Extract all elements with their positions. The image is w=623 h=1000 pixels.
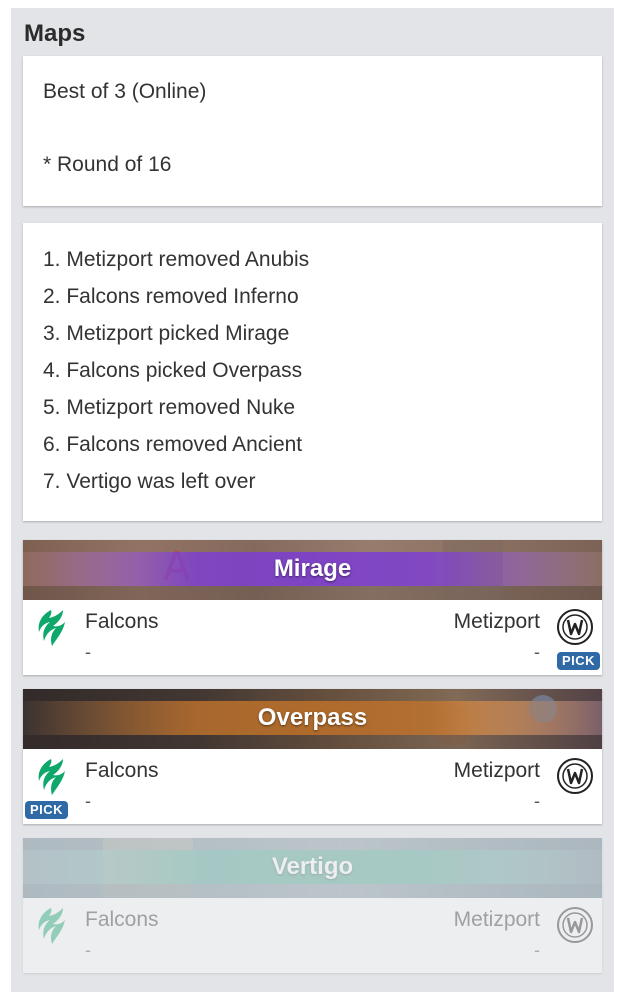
team-left-name: Falcons [85, 759, 159, 782]
team-left-name: Falcons [85, 908, 159, 931]
panel-title: Maps [24, 20, 86, 47]
map-card-vertigo[interactable]: Vertigo Falcons - Metizport - [23, 838, 602, 973]
metizport-logo-icon [557, 907, 593, 943]
maps-panel: Maps Best of 3 (Online) * Round of 16 1.… [11, 8, 614, 992]
map-result: Falcons - Metizport - [23, 898, 602, 973]
team-right-score: - [534, 940, 540, 960]
map-result: Falcons - Metizport - PICK [23, 749, 602, 824]
map-banner: Overpass [23, 689, 602, 749]
map-name: Mirage [273, 555, 352, 582]
team-left-score: - [85, 791, 91, 811]
falcons-logo-icon [38, 610, 65, 646]
veto-item: 3. Metizport picked Mirage [43, 322, 290, 345]
veto-list-card: 1. Metizport removed Anubis 2. Falcons r… [23, 223, 602, 521]
team-left-name: Falcons [85, 610, 159, 633]
team-left-score: - [85, 940, 91, 960]
veto-item: 5. Metizport removed Nuke [43, 396, 296, 419]
map-result: Falcons - Metizport - PICK [23, 600, 602, 675]
map-banner: Vertigo [23, 838, 602, 898]
map-card-overpass[interactable]: Overpass Falcons - Metizport - PICK [23, 689, 602, 824]
team-right-name: Metizport [453, 908, 540, 931]
match-stage: * Round of 16 [43, 153, 172, 176]
team-right-name: Metizport [453, 759, 540, 782]
map-card-mirage[interactable]: A Mirage Falcons - Metizport - PICK [23, 540, 602, 675]
veto-item: 2. Falcons removed Inferno [43, 285, 299, 308]
metizport-logo-icon [557, 609, 593, 645]
team-left-score: - [85, 642, 91, 662]
map-name: Vertigo [271, 853, 354, 880]
metizport-logo-icon [557, 758, 593, 794]
veto-item: 4. Falcons picked Overpass [43, 359, 303, 382]
pick-badge: PICK [25, 801, 69, 819]
match-info-card: Best of 3 (Online) * Round of 16 [23, 56, 602, 206]
falcons-logo-icon [38, 908, 65, 944]
team-right-score: - [534, 642, 540, 662]
veto-item: 6. Falcons removed Ancient [43, 433, 303, 456]
veto-item: 7. Vertigo was left over [43, 470, 256, 493]
map-name: Overpass [257, 704, 368, 731]
team-right-score: - [534, 791, 540, 811]
map-banner: A Mirage [23, 540, 602, 600]
veto-item: 1. Metizport removed Anubis [43, 248, 310, 271]
falcons-logo-icon [38, 759, 65, 795]
match-format: Best of 3 (Online) [43, 80, 207, 103]
pick-badge: PICK [556, 652, 600, 670]
team-right-name: Metizport [453, 610, 540, 633]
